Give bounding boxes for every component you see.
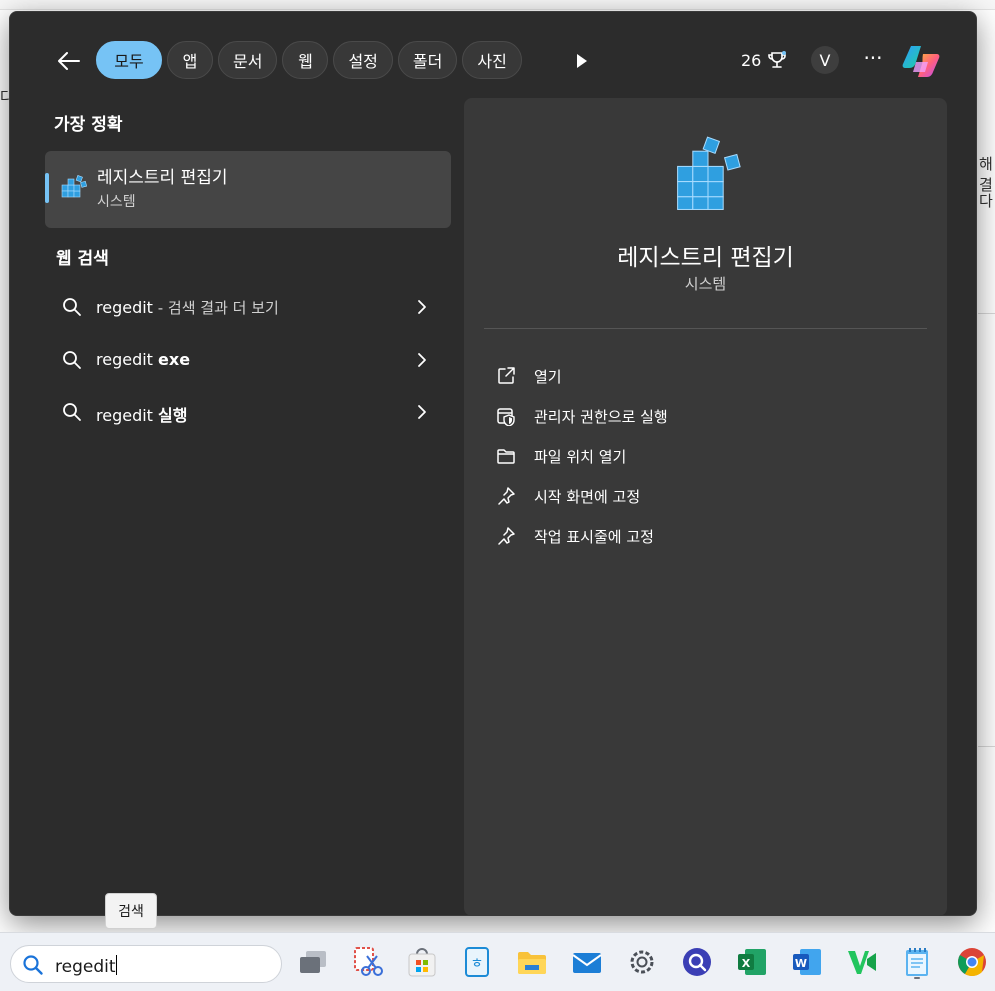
search-app-icon[interactable] (680, 945, 714, 979)
settings-icon[interactable] (625, 945, 659, 979)
filter-all[interactable]: 모두 (96, 41, 162, 79)
best-match-name: 레지스트리 편집기 (97, 168, 228, 188)
background-text: 다 (979, 192, 993, 210)
background-topbar (0, 0, 995, 10)
web-result-text: regedit - 검색 결과 더 보기 (96, 298, 279, 317)
notepad-icon[interactable] (900, 945, 934, 979)
background-divider (978, 746, 995, 747)
search-tooltip: 검색 (105, 893, 157, 929)
chevron-right-icon (418, 405, 426, 419)
web-result-item[interactable]: regedit - 검색 결과 더 보기 (45, 285, 451, 331)
filter-settings[interactable]: 설정 (333, 41, 393, 79)
chrome-icon[interactable] (955, 945, 989, 979)
search-icon (63, 351, 81, 369)
pin-icon (498, 527, 515, 545)
taskbar: regedit ㅎ X W (0, 932, 995, 991)
detail-subtitle: 시스템 (684, 275, 727, 293)
search-icon (63, 403, 81, 421)
word-icon[interactable]: W (790, 945, 824, 979)
vs-app-icon[interactable] (845, 945, 879, 979)
web-result-text: regedit exe (96, 350, 191, 369)
detail-title: 레지스트리 편집기 (617, 245, 794, 271)
search-icon (63, 298, 81, 316)
excel-icon[interactable]: X (735, 945, 769, 979)
action-open-file-location[interactable]: 파일 위치 열기 (496, 439, 916, 473)
folder-icon (497, 449, 515, 464)
registry-editor-icon (60, 173, 88, 203)
taskbar-search-input[interactable]: regedit (55, 955, 117, 977)
svg-text:X: X (742, 957, 751, 970)
chevron-right-icon (418, 300, 426, 314)
svg-text:ㅎ: ㅎ (471, 956, 484, 972)
filter-documents[interactable]: 문서 (218, 41, 278, 79)
filter-apps[interactable]: 앱 (167, 41, 213, 79)
flyout-topbar: 모두 앱 문서 웹 설정 폴더 사진 26 V ··· (10, 12, 976, 98)
selection-indicator (45, 173, 49, 203)
admin-shield-icon (497, 408, 515, 426)
arrow-left-icon (58, 52, 80, 70)
file-explorer-icon[interactable] (515, 945, 549, 979)
open-external-icon (498, 367, 515, 384)
filter-chips: 모두 앱 문서 웹 설정 폴더 사진 (96, 41, 522, 79)
play-icon (577, 54, 587, 68)
background-text: 해결 (979, 155, 993, 194)
registry-editor-icon (671, 136, 745, 212)
snipping-tool-icon[interactable] (351, 945, 385, 979)
filter-folders[interactable]: 폴더 (397, 41, 458, 79)
action-pin-to-start[interactable]: 시작 화면에 고정 (496, 479, 916, 513)
filter-photos[interactable]: 사진 (462, 41, 522, 79)
web-result-text: regedit 실행 (96, 406, 188, 425)
more-filters-button[interactable] (570, 50, 592, 72)
search-flyout: 모두 앱 문서 웹 설정 폴더 사진 26 V ··· 가장 정확 레지스트리 … (9, 11, 977, 916)
web-result-item[interactable]: regedit 실행 (45, 390, 451, 436)
trophy-icon (768, 51, 787, 68)
best-match-type: 시스템 (97, 194, 136, 210)
background-divider (978, 313, 995, 314)
filter-web[interactable]: 웹 (282, 41, 329, 79)
taskbar-search-box[interactable]: regedit (10, 945, 282, 983)
detail-pane: 레지스트리 편집기 시스템 열기 관리자 권한으로 실행 파일 위치 열기 시작… (464, 98, 947, 916)
svg-text:W: W (795, 957, 807, 970)
chevron-right-icon (418, 353, 426, 367)
copilot-button[interactable] (902, 42, 942, 80)
rewards-points[interactable]: 26 (741, 50, 787, 70)
action-open[interactable]: 열기 (496, 359, 916, 393)
action-run-as-admin[interactable]: 관리자 권한으로 실행 (496, 399, 916, 433)
more-options-button[interactable]: ··· (860, 48, 886, 72)
mail-icon[interactable] (570, 945, 604, 979)
best-match-item[interactable]: 레지스트리 편집기 시스템 (45, 151, 451, 228)
task-view-icon[interactable] (296, 945, 330, 979)
microsoft-store-icon[interactable] (405, 945, 439, 979)
search-icon (23, 955, 43, 975)
action-pin-to-taskbar[interactable]: 작업 표시줄에 고정 (496, 519, 916, 553)
account-avatar[interactable]: V (811, 46, 839, 74)
web-search-heading: 웹 검색 (56, 249, 109, 269)
best-match-heading: 가장 정확 (54, 115, 123, 135)
points-value: 26 (741, 50, 762, 70)
pin-icon (498, 487, 515, 505)
back-button[interactable] (54, 46, 84, 76)
web-result-item[interactable]: regedit exe (45, 338, 451, 384)
hangul-app-icon[interactable]: ㅎ (460, 945, 494, 979)
copilot-icon (902, 46, 940, 77)
detail-divider (484, 328, 927, 329)
